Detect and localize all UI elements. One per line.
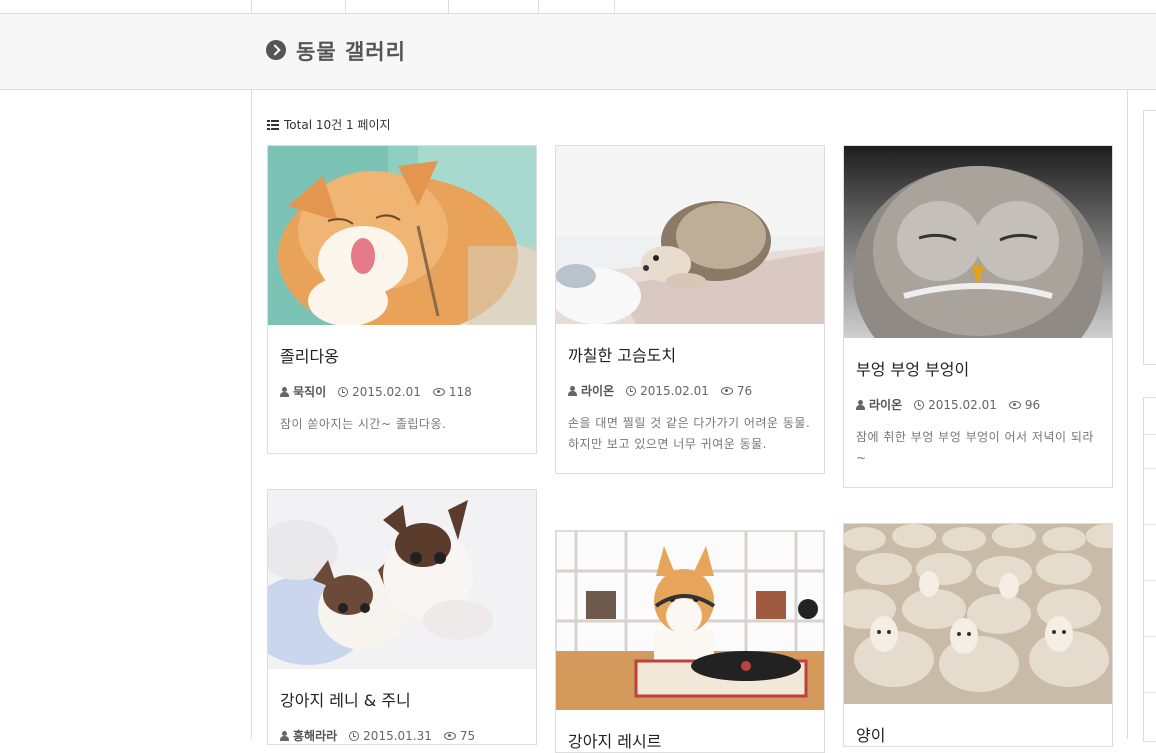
card-title[interactable]: 졸리다옹: [280, 343, 524, 367]
sheep-photo[interactable]: [844, 524, 1112, 704]
nav-tab-3[interactable]: [448, 0, 538, 14]
card-author: 묵직이: [280, 383, 326, 400]
top-nav: [0, 0, 1156, 14]
user-icon: [280, 386, 289, 397]
eye-icon: [432, 387, 445, 396]
eye-icon: [720, 386, 733, 395]
gallery-card[interactable]: 강아지 레니 & 주니 흥해라라 2015.01.31 75: [267, 489, 537, 745]
card-author: 라이온: [568, 382, 614, 399]
hedgehog-photo[interactable]: [556, 146, 824, 324]
card-date: 2015.02.01: [626, 384, 709, 398]
eye-icon: [443, 731, 456, 740]
sidebar-widget-list: [1143, 397, 1156, 742]
card-meta: 라이온 2015.02.01 76: [568, 382, 812, 399]
chevron-right-circle-icon: [266, 40, 286, 60]
card-description: 잠이 쏟아지는 시간~ 졸립다옹.: [280, 417, 447, 431]
page-title: 동물 갤러리: [296, 40, 406, 64]
card-views: 96: [1008, 398, 1040, 412]
card-title[interactable]: 강아지 레니 & 주니: [280, 687, 524, 711]
gallery-card[interactable]: 강아지 레시르: [555, 530, 825, 753]
gallery-card[interactable]: 부엉 부엉 부엉이 라이온 2015.02.01 96 잠에 취한 부엉 부엉 …: [843, 145, 1113, 488]
nav-tab-4[interactable]: [538, 0, 615, 14]
clock-icon: [349, 730, 360, 741]
user-icon: [280, 730, 289, 741]
clock-icon: [338, 386, 349, 397]
gallery-card[interactable]: 양이: [843, 523, 1113, 747]
cat-photo[interactable]: [268, 146, 536, 325]
card-title[interactable]: 양이: [856, 722, 1100, 746]
card-title[interactable]: 부엉 부엉 부엉이: [856, 356, 1100, 380]
nav-tab-1[interactable]: [251, 0, 345, 14]
card-author: 라이온: [856, 396, 902, 413]
right-divider: [1127, 90, 1128, 739]
list-icon: [267, 119, 279, 130]
card-views: 118: [432, 385, 472, 399]
left-divider: [251, 90, 252, 739]
card-date: 2015.02.01: [914, 398, 997, 412]
owl-photo[interactable]: [844, 146, 1112, 338]
card-meta: 라이온 2015.02.01 96: [856, 396, 1100, 413]
card-title[interactable]: 까칠한 고슴도치: [568, 342, 812, 366]
card-author: 흥해라라: [280, 727, 337, 744]
chihuahuas-photo[interactable]: [268, 490, 536, 669]
total-count-text: Total 10건 1 페이지: [284, 118, 391, 132]
card-description: 잠에 취한 부엉 부엉 부엉이 어서 저녁이 되라~: [856, 430, 1094, 465]
sidebar-widget: [1143, 110, 1156, 365]
board-title-band: 동물 갤러리: [0, 14, 1156, 90]
card-description: 손을 대면 찔릴 것 같은 다가가기 어려운 동물. 하지만 보고 있으면 너무…: [568, 416, 811, 451]
card-meta: 흥해라라 2015.01.31 75: [280, 727, 524, 744]
card-views: 76: [720, 384, 752, 398]
user-icon: [856, 399, 865, 410]
card-date: 2015.01.31: [349, 729, 432, 743]
card-meta: 묵직이 2015.02.01 118: [280, 383, 524, 400]
corgi-photo[interactable]: [556, 531, 824, 710]
nav-tab-2[interactable]: [345, 0, 448, 14]
gallery-card[interactable]: 까칠한 고슴도치 라이온 2015.02.01 76 손을 대면 찔릴 것 같은…: [555, 145, 825, 474]
card-date: 2015.02.01: [338, 385, 421, 399]
eye-icon: [1008, 400, 1021, 409]
total-count: Total 10건 1 페이지: [267, 116, 391, 133]
clock-icon: [914, 399, 925, 410]
gallery-card[interactable]: 졸리다옹 묵직이 2015.02.01 118 잠이 쏟아지는 시간~ 졸립다옹…: [267, 145, 537, 454]
card-title[interactable]: 강아지 레시르: [568, 728, 812, 752]
user-icon: [568, 385, 577, 396]
clock-icon: [626, 385, 637, 396]
card-views: 75: [443, 729, 475, 743]
